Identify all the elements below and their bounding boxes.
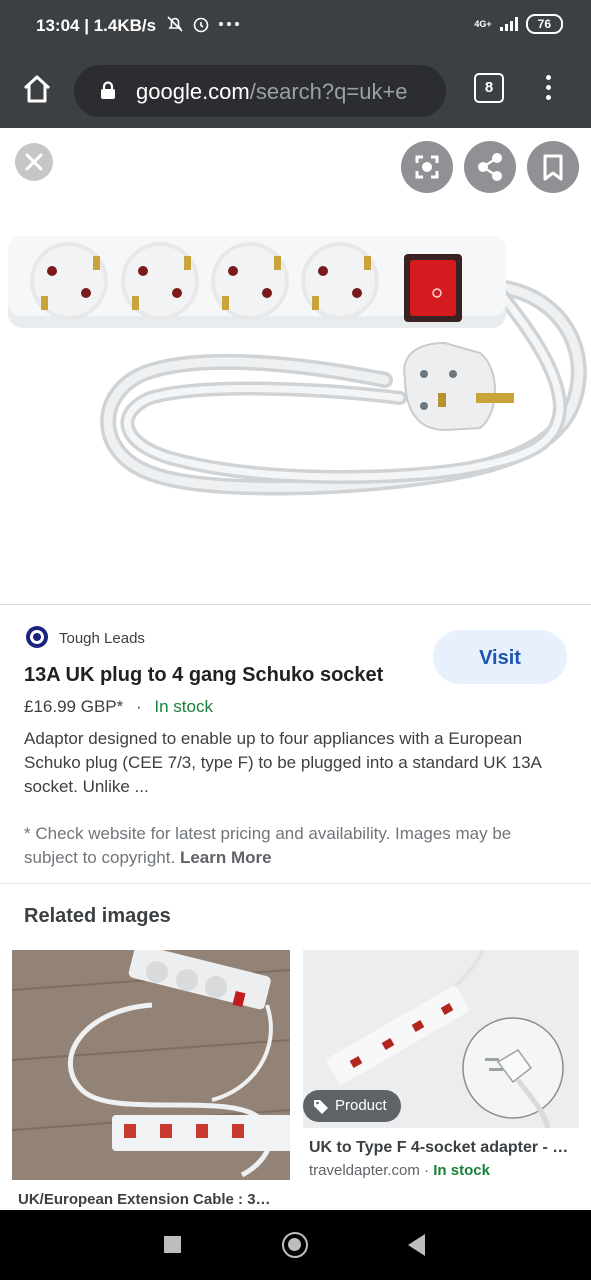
battery-icon: 76	[525, 14, 563, 34]
bookmark-button[interactable]	[527, 141, 579, 193]
url-text: google.com/search?q=uk+e	[136, 79, 408, 104]
tabs-icon[interactable]: 8	[474, 73, 504, 103]
related-image-1[interactable]	[12, 950, 290, 1180]
related-image-2-meta: traveldapter.com · In stock	[309, 1162, 490, 1179]
share-button[interactable]	[464, 141, 516, 193]
product-badge-label: Product	[335, 1097, 387, 1114]
related-image-2-stock: In stock	[433, 1162, 490, 1179]
alarm-icon	[193, 17, 209, 33]
bookmark-icon	[543, 154, 563, 181]
visit-button[interactable]: Visit	[433, 630, 567, 684]
related-image-2-title[interactable]: UK to Type F 4-socket adapter - …	[309, 1139, 574, 1157]
related-image-1-title[interactable]: UK/European Extension Cable : 3…	[18, 1191, 286, 1208]
status-right: 4G+ 76	[474, 14, 563, 34]
related-image-2-site: traveldapter.com	[309, 1162, 420, 1179]
back-button[interactable]	[408, 1234, 425, 1256]
meta-separator: ·	[424, 1162, 430, 1179]
recents-button[interactable]	[164, 1236, 181, 1253]
status-bar: 13:04 | 1.4KB/s 4G+ 76	[0, 0, 591, 56]
share-icon	[478, 153, 502, 181]
system-nav-bar	[0, 1210, 591, 1280]
divider	[0, 883, 591, 884]
close-icon	[25, 153, 43, 171]
lock-icon	[101, 81, 115, 99]
home-nav-button[interactable]	[282, 1232, 308, 1258]
address-bar[interactable]: google.com/search?q=uk+e	[74, 65, 446, 117]
close-viewer-button[interactable]	[15, 143, 53, 181]
disclaimer: * Check website for latest pricing and a…	[24, 822, 569, 870]
menu-icon[interactable]	[538, 72, 558, 104]
price: £16.99 GBP*	[24, 697, 124, 716]
tag-icon	[314, 1100, 328, 1114]
lens-button[interactable]	[401, 141, 453, 193]
price-row: £16.99 GBP* · In stock	[24, 697, 213, 717]
divider	[0, 604, 591, 605]
result-description: Adaptor designed to enable up to four ap…	[24, 729, 541, 796]
learn-more-link[interactable]: Learn More	[180, 848, 272, 867]
source-name[interactable]: Tough Leads	[59, 630, 145, 647]
related-images-heading: Related images	[24, 905, 171, 927]
home-icon[interactable]	[20, 72, 54, 106]
source-logo-icon	[30, 630, 44, 644]
main-product-image[interactable]	[0, 128, 591, 604]
stock-status: In stock	[154, 697, 213, 716]
status-time: 13:04 | 1.4KB/s	[36, 16, 157, 35]
more-notifications-icon	[219, 22, 239, 26]
price-separator: ·	[135, 697, 142, 716]
lens-icon	[415, 155, 439, 179]
product-badge: Product	[303, 1090, 401, 1122]
mute-bell-icon	[167, 16, 183, 32]
browser-toolbar: google.com/search?q=uk+e 8	[0, 56, 591, 128]
signal-icon	[499, 17, 518, 31]
image-viewer	[0, 128, 591, 604]
source-logo	[26, 626, 48, 648]
network-type: 4G+	[474, 18, 492, 29]
status-notification-icons	[165, 14, 241, 34]
result-title[interactable]: 13A UK plug to 4 gang Schuko socket	[24, 664, 383, 687]
